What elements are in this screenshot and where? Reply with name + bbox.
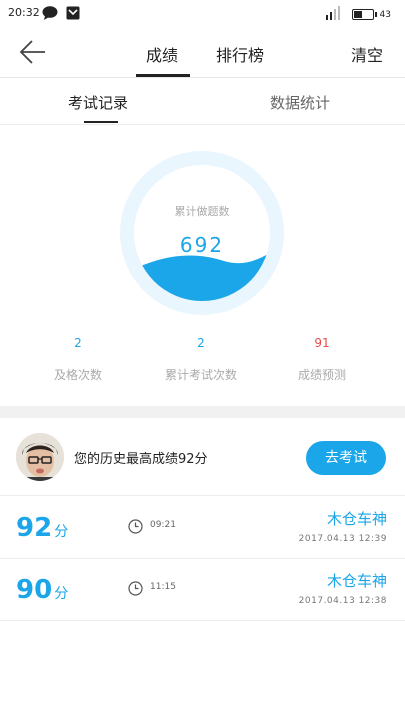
record-score: 92 分 <box>16 513 69 543</box>
status-right: 43 <box>324 5 391 24</box>
clock-icon <box>128 519 143 534</box>
record-author: 木仓车神 <box>326 572 387 590</box>
record-duration: 11:15 <box>150 582 176 592</box>
gauge-inner: 累计做题数 692 <box>134 165 270 301</box>
stat-label: 成绩预测 <box>297 368 346 382</box>
tab-score[interactable]: 成绩 <box>146 42 178 66</box>
stat-score-prediction: 91 成绩预测 <box>262 336 382 383</box>
tab-active-indicator <box>136 74 190 77</box>
back-arrow-icon[interactable] <box>18 38 48 66</box>
message-icon <box>42 5 58 24</box>
progress-gauge: 累计做题数 692 <box>120 151 284 315</box>
stats-row: 2 及格次数 2 累计考试次数 91 成绩预测 <box>0 336 405 386</box>
best-score-row: 您的历史最高成绩92分 去考试 <box>0 418 405 496</box>
stat-pass-count: 2 及格次数 <box>18 336 138 383</box>
clear-button[interactable]: 清空 <box>351 42 383 66</box>
stat-exam-count: 2 累计考试次数 <box>141 336 261 383</box>
record-duration: 09:21 <box>150 520 176 530</box>
battery-level: 43 <box>379 9 391 20</box>
record-date: 2017.04.13 12:39 <box>298 534 387 544</box>
subtab-active-indicator <box>84 121 118 123</box>
notification-icon <box>66 5 80 24</box>
record-score: 90 分 <box>16 575 69 605</box>
stat-value: 91 <box>314 336 330 350</box>
best-score-text: 您的历史最高成绩92分 <box>74 452 208 467</box>
stat-label: 及格次数 <box>53 368 102 382</box>
stat-value: 2 <box>74 336 82 350</box>
status-bar: 20:32 43 <box>0 0 405 26</box>
nav-header: 成绩 排行榜 清空 <box>0 26 405 78</box>
stat-label: 累计考试次数 <box>164 368 237 382</box>
avatar <box>16 433 64 481</box>
section-divider <box>0 406 405 418</box>
subtabs: 考试记录 数据统计 <box>0 79 405 125</box>
subtab-statistics[interactable]: 数据统计 <box>270 92 330 113</box>
signal-icon <box>324 5 346 24</box>
record-date: 2017.04.13 12:38 <box>298 596 387 606</box>
clock-icon <box>128 581 143 596</box>
take-exam-button[interactable]: 去考试 <box>306 441 386 475</box>
list-item[interactable]: 90 分 11:15 木仓车神 2017.04.13 12:38 <box>0 559 405 621</box>
gauge-label: 累计做题数 <box>174 205 230 218</box>
stat-value: 2 <box>197 336 205 350</box>
gauge-value: 692 <box>179 233 225 257</box>
tab-ranking[interactable]: 排行榜 <box>216 42 264 66</box>
battery-icon: 43 <box>351 9 391 20</box>
status-time: 20:32 <box>8 6 40 19</box>
list-item[interactable]: 92 分 09:21 木仓车神 2017.04.13 12:39 <box>0 497 405 559</box>
record-author: 木仓车神 <box>326 510 387 528</box>
subtab-exam-records[interactable]: 考试记录 <box>68 92 128 113</box>
